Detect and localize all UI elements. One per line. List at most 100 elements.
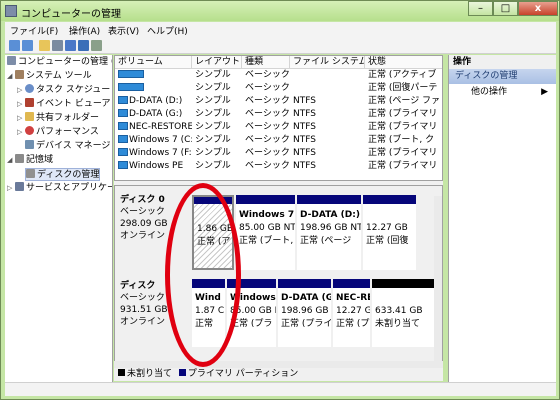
- volume-row[interactable]: D-DATA (G:) シンプル ベーシック NTFS 正常 (プライマリ: [115, 108, 442, 121]
- volume-cell-type: ベーシック: [245, 83, 290, 93]
- volume-icon: [118, 70, 144, 78]
- tree-task-scheduler[interactable]: ▷ タスク スケジュー: [17, 84, 110, 97]
- menu-help[interactable]: ヘルプ(H): [147, 24, 188, 37]
- window-title: コンピューターの管理: [21, 9, 121, 20]
- tree-services-apps[interactable]: ▷ サービスとアプリケー: [7, 182, 112, 195]
- volume-cell-volume-name: NEC-RESTORE: [115, 121, 192, 134]
- expand-arrow-icon[interactable]: ▷: [17, 126, 25, 139]
- menu-action[interactable]: 操作(A): [69, 24, 100, 37]
- volume-cell-layout: シンプル: [195, 96, 231, 106]
- column-layout[interactable]: レイアウト: [192, 56, 242, 69]
- expand-arrow-icon[interactable]: ▷: [7, 182, 15, 195]
- volume-icon: [118, 96, 128, 104]
- expand-arrow-icon[interactable]: ▷: [17, 98, 25, 111]
- close-button[interactable]: x: [518, 1, 558, 16]
- disk0-partition-2[interactable]: Windows 7 85.00 GB NTI 正常 (ブート,: [236, 195, 295, 270]
- clock-icon: [25, 84, 34, 93]
- volume-row[interactable]: Windows 7 (C:) シンプル ベーシック NTFS 正常 (ブート, ク: [115, 134, 442, 147]
- volume-cell-filesystem: NTFS: [293, 122, 316, 132]
- volume-cell-type: ベーシック: [245, 135, 290, 145]
- volume-cell-status: 正常 (プライマリ: [368, 161, 438, 171]
- volume-cell-status: 正常 (アクティブ: [368, 70, 437, 80]
- properties-icon[interactable]: [78, 40, 89, 51]
- more-actions[interactable]: 他の操作 ▶: [449, 86, 556, 99]
- disk1-partition-3[interactable]: D-DATA (G 198.96 GB 正常 (プライ: [278, 279, 331, 347]
- volume-cell-layout: シンプル: [195, 83, 231, 93]
- title-bar[interactable]: コンピューターの管理 – □ x: [1, 1, 559, 21]
- disk0-status: オンライン: [120, 231, 166, 241]
- volume-cell-status: 正常 (回復パーテ: [368, 83, 438, 93]
- volume-row[interactable]: NEC-RESTORE シンプル ベーシック NTFS 正常 (プライマリ: [115, 121, 442, 134]
- volume-icon: [118, 161, 128, 169]
- device-manager-icon: [25, 140, 34, 149]
- disk1-partition-2[interactable]: Windows85.00 GB N正常 (プラ: [227, 279, 276, 347]
- computer-management-icon: [5, 5, 17, 17]
- tree-root[interactable]: コンピューターの管理 (ロ: [7, 56, 112, 69]
- volume-icon: [118, 109, 128, 117]
- volume-icon: [118, 148, 128, 156]
- volume-cell-volume-name: [115, 82, 192, 95]
- column-volume[interactable]: ボリューム: [115, 56, 192, 69]
- menu-view[interactable]: 表示(V): [108, 24, 139, 37]
- volume-row[interactable]: D-DATA (D:) シンプル ベーシック NTFS 正常 (ページ ファ: [115, 95, 442, 108]
- export-icon[interactable]: [91, 40, 102, 51]
- volume-cell-volume-name: Windows 7 (F:): [115, 147, 192, 160]
- primary-bar: [363, 195, 416, 204]
- volume-cell-volume-name: [115, 69, 192, 82]
- collapse-arrow-icon[interactable]: ◢: [7, 70, 15, 83]
- volume-row[interactable]: シンプル ベーシック 正常 (アクティブ: [115, 69, 442, 82]
- tree-device-manager[interactable]: デバイス マネージ: [25, 140, 110, 153]
- column-status[interactable]: 状態: [365, 56, 442, 69]
- disk1-partition-4[interactable]: NEC-RE 12.27 G 正常 (プ: [333, 279, 370, 347]
- disk0-header[interactable]: ディスク 0 ベーシック 298.09 GB オンライン: [117, 194, 189, 274]
- tree-system-tools[interactable]: ◢ システム ツール: [7, 70, 92, 83]
- volume-row[interactable]: シンプル ベーシック 正常 (回復パーテ: [115, 82, 442, 95]
- tree-disk-management[interactable]: ディスクの管理: [25, 168, 101, 181]
- legend-primary: プライマリ パーティション: [187, 369, 299, 379]
- volume-cell-status: 正常 (プライマリ: [368, 148, 438, 158]
- tree-performance[interactable]: ▷ パフォーマンス: [17, 126, 99, 139]
- primary-bar: [297, 195, 361, 204]
- tree-event-viewer[interactable]: ▷ イベント ビューア: [17, 98, 111, 111]
- disk0-partition-1[interactable]: 1.86 GB 正常 (ア: [192, 195, 234, 270]
- help-icon[interactable]: [65, 40, 76, 51]
- disk1-partition-1[interactable]: Wind 1.87 C 正常: [192, 279, 225, 347]
- horizontal-scrollbar[interactable]: [114, 361, 443, 368]
- minimize-button[interactable]: –: [468, 1, 493, 16]
- back-icon[interactable]: [9, 40, 20, 51]
- volume-cell-status: 正常 (ページ ファ: [368, 96, 441, 106]
- up-folder-icon[interactable]: [39, 40, 50, 51]
- volume-cell-filesystem: NTFS: [293, 148, 316, 158]
- vertical-scrollbar[interactable]: [434, 196, 442, 361]
- forward-icon[interactable]: [22, 40, 33, 51]
- volume-cell-filesystem: NTFS: [293, 109, 316, 119]
- disk1-type: ベーシック: [120, 293, 165, 303]
- actions-section-disk-management[interactable]: ディスクの管理: [449, 69, 556, 84]
- tree-shared-folders[interactable]: ▷ 共有フォルダー: [17, 112, 99, 125]
- submenu-arrow-icon: ▶: [541, 87, 548, 97]
- tools-icon: [15, 70, 24, 79]
- column-filesystem[interactable]: ファイル システム: [290, 56, 365, 69]
- volume-cell-type: ベーシック: [245, 70, 290, 80]
- primary-bar: [278, 279, 331, 288]
- expand-arrow-icon[interactable]: ▷: [17, 84, 25, 97]
- expand-arrow-icon[interactable]: ▷: [17, 112, 25, 125]
- console-tree-icon[interactable]: [52, 40, 63, 51]
- disk1-header[interactable]: ディスク ベーシック 931.51 GB オンライン: [117, 280, 189, 354]
- disk0-partition-4[interactable]: 12.27 GB 正常 (回復: [363, 195, 416, 270]
- disk1-unallocated[interactable]: 633.41 GB 未割り当て: [372, 279, 434, 347]
- maximize-button[interactable]: □: [493, 1, 518, 16]
- menu-bar: ファイル(F) 操作(A) 表示(V) ヘルプ(H): [5, 22, 556, 37]
- tree-storage[interactable]: ◢ 記憶域: [7, 154, 53, 167]
- volume-row[interactable]: Windows PE シンプル ベーシック NTFS 正常 (プライマリ: [115, 160, 442, 173]
- console-tree: コンピューターの管理 (ロ ◢ システム ツール ▷ タスク スケジュー ▷ イベント…: [5, 55, 113, 395]
- disk1-status: オンライン: [120, 317, 166, 327]
- disk0-partition-3[interactable]: D-DATA (D:) 198.96 GB NT 正常 (ページ: [297, 195, 361, 270]
- disk1-name: ディスク: [120, 281, 156, 291]
- column-type[interactable]: 種類: [242, 56, 290, 69]
- disk1-size: 931.51 GB: [120, 305, 168, 315]
- collapse-arrow-icon[interactable]: ◢: [7, 154, 15, 167]
- volume-cell-layout: シンプル: [195, 135, 231, 145]
- volume-row[interactable]: Windows 7 (F:) シンプル ベーシック NTFS 正常 (プライマリ: [115, 147, 442, 160]
- menu-file[interactable]: ファイル(F): [10, 24, 58, 37]
